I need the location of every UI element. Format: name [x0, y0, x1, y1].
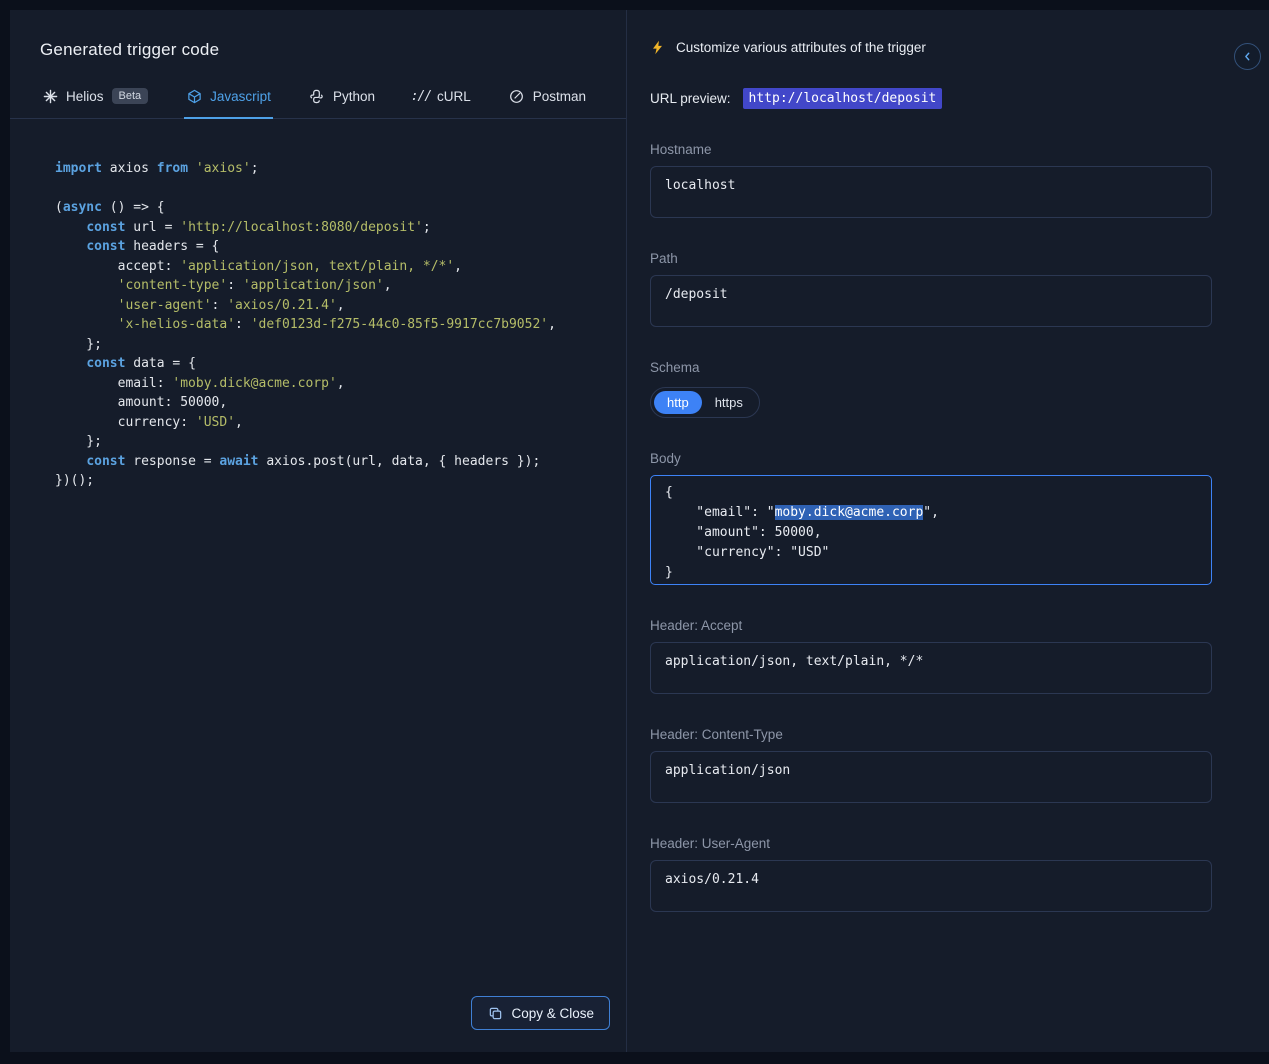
url-preview: URL preview: http://localhost/deposit [650, 88, 1212, 109]
header-content-type-input[interactable]: application/json [650, 751, 1212, 803]
tab-curl[interactable]: :// cURL [411, 82, 473, 119]
tab-label: Python [332, 88, 375, 104]
header-user-agent-label: Header: User-Agent [650, 836, 771, 851]
trigger-code-modal: Generated trigger code Helios Beta Javas… [10, 10, 1269, 1052]
code-language-tabs: Helios Beta Javascript Python:// cURL P… [10, 82, 626, 119]
header-user-agent-input[interactable]: axios/0.21.4 [650, 860, 1212, 912]
python-icon [309, 88, 325, 104]
path-group: Path /deposit [650, 251, 1212, 327]
body-label: Body [650, 451, 681, 466]
header-accept-input[interactable]: application/json, text/plain, */* [650, 642, 1212, 694]
body-group: Body { "email": "moby.dick@acme.corp", "… [650, 451, 1212, 585]
header-content-type-label: Header: Content-Type [650, 727, 783, 742]
tab-helios[interactable]: Helios Beta [40, 82, 150, 119]
panel-header: Customize various attributes of the trig… [650, 40, 1212, 55]
tab-label: Helios [66, 88, 104, 104]
copy-close-button[interactable]: Copy & Close [471, 996, 610, 1030]
tab-label: Javascript [210, 88, 271, 104]
copy-close-label: Copy & Close [511, 1005, 594, 1021]
beta-badge: Beta [111, 88, 149, 104]
url-preview-value: http://localhost/deposit [742, 88, 943, 109]
schema-option-https[interactable]: https [702, 391, 756, 414]
hostname-input[interactable]: localhost [650, 166, 1212, 218]
panel-header-text: Customize various attributes of the trig… [676, 40, 926, 55]
helios-icon [42, 88, 58, 104]
tab-label: cURL [436, 88, 471, 104]
page-title: Generated trigger code [40, 40, 220, 59]
copy-icon [487, 1005, 503, 1021]
collapse-panel-button[interactable] [1234, 43, 1261, 70]
body-text-before: { "email": " [665, 485, 775, 520]
header-user-agent-group: Header: User-Agent axios/0.21.4 [650, 836, 1212, 912]
code-block: import axios from 'axios'; (async () => … [55, 161, 556, 488]
schema-group: Schema http https [650, 360, 1212, 418]
hostname-label: Hostname [650, 142, 712, 157]
header-accept-group: Header: Accept application/json, text/pl… [650, 618, 1212, 694]
path-label: Path [650, 251, 678, 266]
body-textarea[interactable]: { "email": "moby.dick@acme.corp", "amoun… [650, 475, 1212, 585]
generated-code-panel: Generated trigger code Helios Beta Javas… [10, 10, 627, 1052]
header-accept-label: Header: Accept [650, 618, 743, 633]
curl-icon: :// [410, 88, 432, 104]
tab-python[interactable]: Python [307, 82, 377, 119]
schema-label: Schema [650, 360, 700, 375]
trigger-attributes-panel: Customize various attributes of the trig… [627, 10, 1269, 1052]
schema-option-http[interactable]: http [654, 391, 702, 414]
lightning-icon [650, 40, 665, 55]
url-preview-label: URL preview: [650, 91, 731, 106]
tab-postman[interactable]: Postman [507, 82, 588, 119]
header-content-type-group: Header: Content-Type application/json [650, 727, 1212, 803]
tab-javascript[interactable]: Javascript [184, 82, 273, 119]
hostname-group: Hostname localhost [650, 142, 1212, 218]
body-text-selected: moby.dick@acme.corp [774, 505, 924, 520]
javascript-icon [186, 88, 202, 104]
path-input[interactable]: /deposit [650, 275, 1212, 327]
tab-label: Postman [532, 88, 587, 104]
schema-toggle: http https [650, 387, 760, 418]
postman-icon [509, 88, 525, 104]
